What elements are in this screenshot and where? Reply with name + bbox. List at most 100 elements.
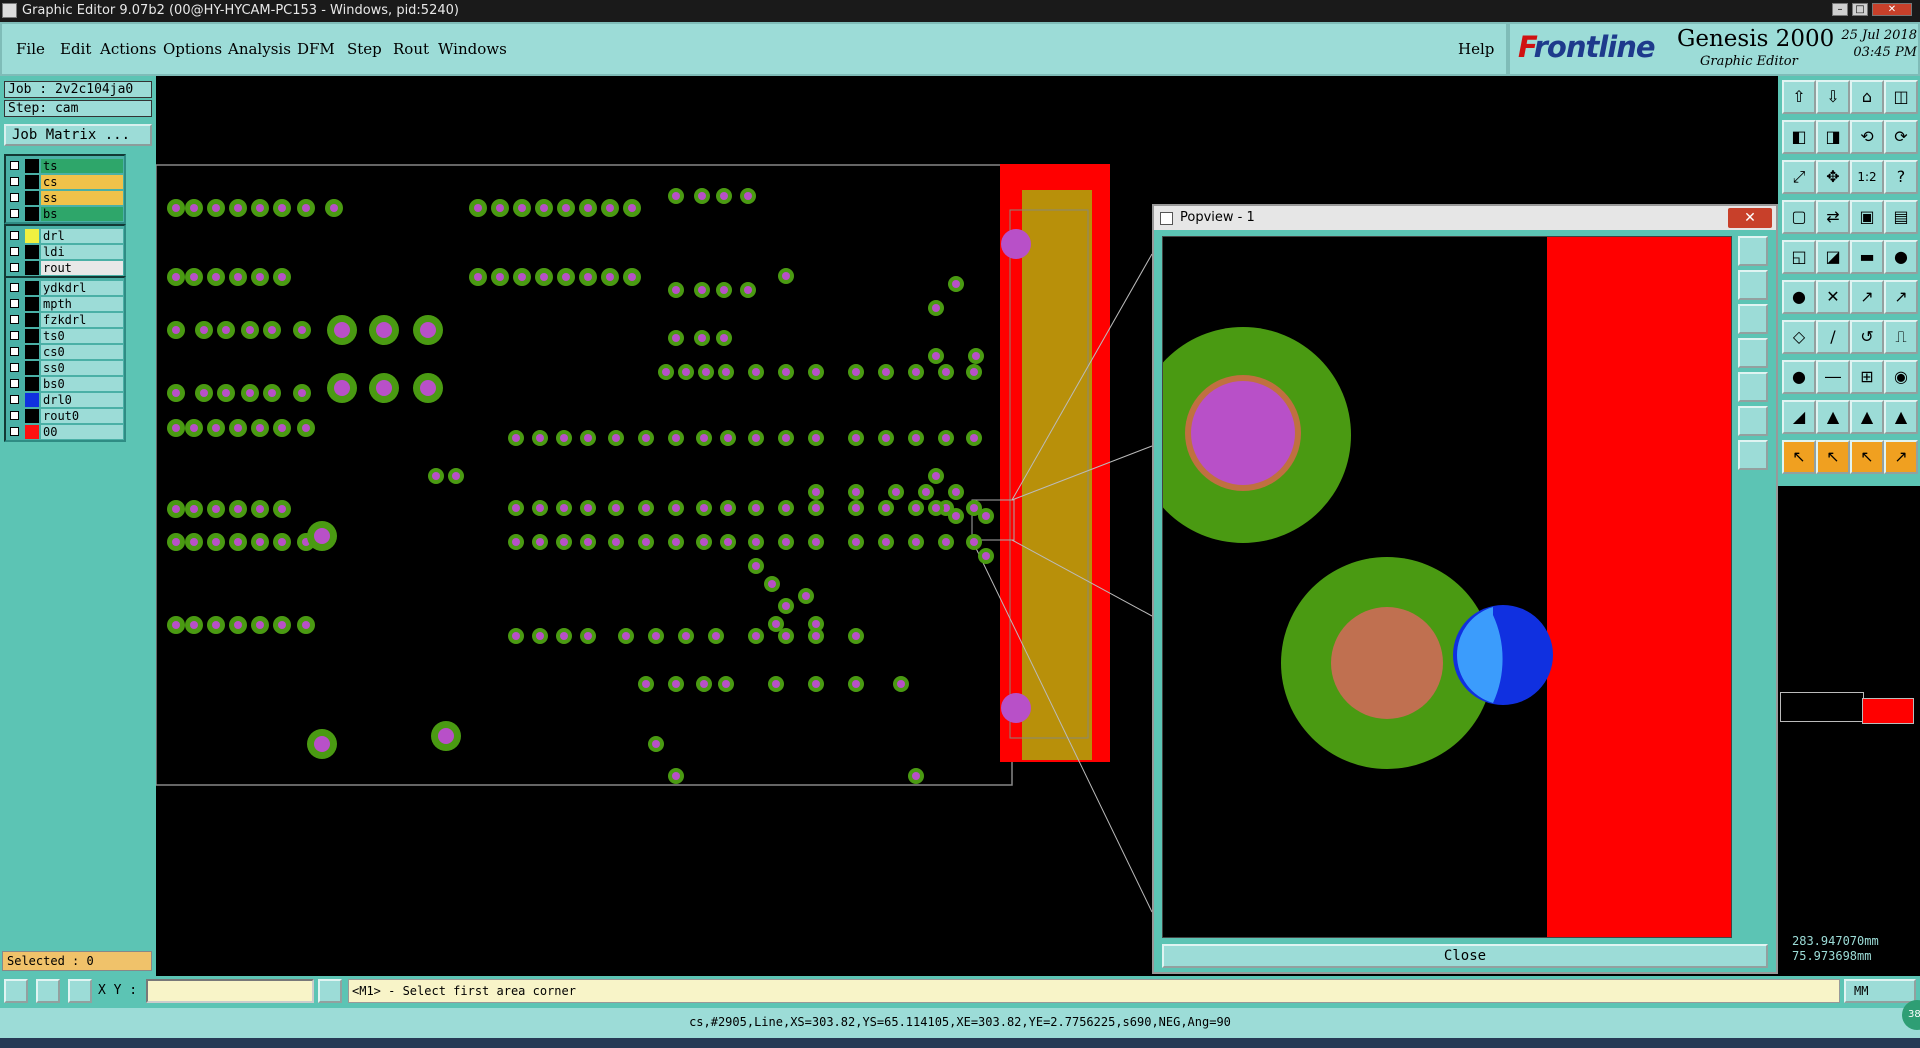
menu-dfm[interactable]: DFM (297, 40, 335, 58)
layer-row-cs[interactable]: cs (6, 174, 124, 190)
menu-file[interactable]: File (16, 40, 45, 58)
popview-bottom-icon[interactable] (1738, 304, 1768, 334)
menu-step[interactable]: Step (347, 40, 382, 58)
popview-top-icon[interactable] (1738, 270, 1768, 300)
shape-tool-icon[interactable]: ◇ (1782, 320, 1816, 354)
layer-name[interactable]: rout0 (41, 409, 123, 423)
pan-tool-icon[interactable]: ✥ (1816, 160, 1850, 194)
target-tool-icon[interactable]: ◉ (1884, 360, 1918, 394)
layer-row-rout0[interactable]: rout0 (6, 408, 124, 424)
popview-close-button[interactable]: Close (1162, 944, 1768, 968)
popview-right-icon[interactable] (1738, 372, 1768, 402)
layer-color-swatch[interactable] (25, 361, 39, 375)
menu-help[interactable]: Help (1458, 40, 1494, 58)
up-tool-icon[interactable]: ⇧ (1782, 80, 1816, 114)
tool1-tool-icon[interactable]: ◱ (1782, 240, 1816, 274)
layer-checkbox[interactable] (10, 177, 19, 186)
layer-color-swatch[interactable] (25, 393, 39, 407)
home-tool-icon[interactable]: ⌂ (1850, 80, 1884, 114)
layer-row-ldi[interactable]: ldi (6, 244, 124, 260)
layer-checkbox[interactable] (10, 347, 19, 356)
menu-rout[interactable]: Rout (393, 40, 429, 58)
layer-row-00[interactable]: 00 (6, 424, 124, 440)
layer-color-swatch[interactable] (25, 313, 39, 327)
layer-checkbox[interactable] (10, 247, 19, 256)
layer-name[interactable]: drl (41, 229, 123, 243)
layer-name[interactable]: fzkdrl (41, 313, 123, 327)
layer-name[interactable]: ss0 (41, 361, 123, 375)
dot-tool-icon[interactable]: ● (1884, 240, 1918, 274)
layer-color-swatch[interactable] (25, 191, 39, 205)
layer-checkbox[interactable] (10, 411, 19, 420)
arc-tool-icon[interactable]: ↺ (1850, 320, 1884, 354)
grid-mode-icon[interactable] (68, 979, 92, 1003)
sel2-tool-icon[interactable]: ↖ (1816, 440, 1850, 474)
job-matrix-button[interactable]: Job Matrix ... (4, 124, 152, 146)
left-tool-icon[interactable]: ◧ (1782, 120, 1816, 154)
layer-name[interactable]: ydkdrl (41, 281, 123, 295)
layer-name[interactable]: bs (41, 207, 123, 221)
layer-color-swatch[interactable] (25, 175, 39, 189)
sel4-tool-icon[interactable]: ↗ (1884, 440, 1918, 474)
units-button[interactable]: MM (1844, 979, 1916, 1003)
layer-checkbox[interactable] (10, 363, 19, 372)
layer-name[interactable]: mpth (41, 297, 123, 311)
layer-name[interactable]: ts0 (41, 329, 123, 343)
swap-tool-icon[interactable]: ⇄ (1816, 200, 1850, 234)
layer-checkbox[interactable] (10, 331, 19, 340)
layer-row-ss0[interactable]: ss0 (6, 360, 124, 376)
layer-name[interactable]: cs (41, 175, 123, 189)
layer-color-swatch[interactable] (25, 297, 39, 311)
circle-tool-icon[interactable]: ● (1782, 360, 1816, 394)
xy-input[interactable] (146, 979, 314, 1003)
scale-tool-icon[interactable]: 1:2 (1850, 160, 1884, 194)
fit-tool-icon[interactable]: ⤢ (1782, 160, 1816, 194)
point-tool-icon[interactable]: ● (1782, 280, 1816, 314)
layer-name[interactable]: cs0 (41, 345, 123, 359)
popview-canvas[interactable] (1162, 236, 1732, 938)
tri4-tool-icon[interactable]: ▲ (1884, 400, 1918, 434)
down-tool-icon[interactable]: ⇩ (1816, 80, 1850, 114)
view1-tool-icon[interactable]: ▣ (1850, 200, 1884, 234)
layer-name[interactable]: 00 (41, 425, 123, 439)
layer-row-drl[interactable]: drl (6, 228, 124, 244)
menu-windows[interactable]: Windows (438, 40, 507, 58)
close-window-button[interactable]: ✕ (1872, 3, 1912, 16)
popview-close-x-button[interactable]: ✕ (1728, 208, 1772, 228)
view2-tool-icon[interactable]: ▤ (1884, 200, 1918, 234)
right-tool-icon[interactable]: ◨ (1816, 120, 1850, 154)
layer-name[interactable]: ldi (41, 245, 123, 259)
layer-color-swatch[interactable] (25, 229, 39, 243)
layer-checkbox[interactable] (10, 427, 19, 436)
popview-left-icon[interactable] (1738, 338, 1768, 368)
layer-color-swatch[interactable] (25, 207, 39, 221)
layer-row-bs[interactable]: bs (6, 206, 124, 222)
layer-checkbox[interactable] (10, 263, 19, 272)
layer-checkbox[interactable] (10, 299, 19, 308)
layer-color-swatch[interactable] (25, 261, 39, 275)
menu-actions[interactable]: Actions (100, 40, 156, 58)
tool2-tool-icon[interactable]: ◪ (1816, 240, 1850, 274)
popview-fit-icon[interactable] (1738, 236, 1768, 266)
popview-window[interactable]: Popview - 1 ✕ Close (1152, 204, 1778, 974)
menu-analysis[interactable]: Analysis (228, 40, 291, 58)
menu-edit[interactable]: Edit (60, 40, 91, 58)
layer-checkbox[interactable] (10, 193, 19, 202)
cross-tool-icon[interactable]: ✕ (1816, 280, 1850, 314)
overview-thumbnail[interactable] (1778, 684, 1920, 734)
popview-center-icon[interactable] (1738, 406, 1768, 436)
layer-row-mpth[interactable]: mpth (6, 296, 124, 312)
layer-color-swatch[interactable] (25, 409, 39, 423)
step-tool-icon[interactable]: ⎍ (1884, 320, 1918, 354)
popview-titlebar[interactable]: Popview - 1 ✕ (1154, 206, 1776, 230)
sel1-tool-icon[interactable]: ↖ (1782, 440, 1816, 474)
layer-checkbox[interactable] (10, 231, 19, 240)
layer-row-fzkdrl[interactable]: fzkdrl (6, 312, 124, 328)
layer-name[interactable]: ts (41, 159, 123, 173)
layer-color-swatch[interactable] (25, 245, 39, 259)
grid-tool-icon[interactable]: ⊞ (1850, 360, 1884, 394)
layer-checkbox[interactable] (10, 315, 19, 324)
undo-tool-icon[interactable]: ⟲ (1850, 120, 1884, 154)
layer-color-swatch[interactable] (25, 159, 39, 173)
line2-tool-icon[interactable]: ↗ (1884, 280, 1918, 314)
